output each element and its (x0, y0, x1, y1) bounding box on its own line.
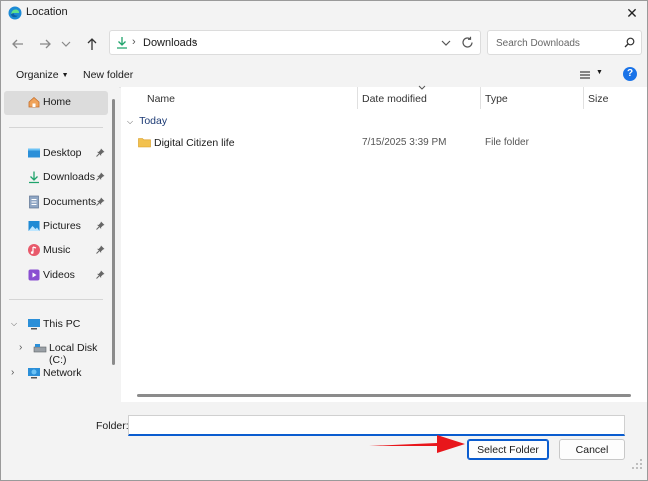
sidebar-label: Music (43, 244, 71, 256)
sidebar-label: Network (43, 367, 82, 379)
sidebar-label: Desktop (43, 147, 82, 159)
breadcrumb-separator[interactable]: › (193, 36, 197, 48)
chevron-down-icon[interactable]: ⌵ (11, 319, 17, 329)
sidebar-item-desktop[interactable]: Desktop (1, 142, 111, 164)
view-options-caret[interactable]: ▼ (596, 69, 603, 76)
dialog-footer: Folder: Select Folder Cancel (1, 402, 647, 480)
forward-button[interactable] (37, 36, 53, 52)
navigation-bar: › Downloads › (1, 29, 647, 59)
table-row[interactable]: Digital Citizen life 7/15/2025 3:39 PM F… (135, 134, 635, 152)
desktop-icon (28, 148, 40, 158)
column-header-name[interactable]: Name (147, 93, 175, 105)
sidebar-scrollbar[interactable] (112, 99, 115, 365)
new-folder-button[interactable]: New folder (83, 69, 133, 81)
arrow-right-icon (40, 39, 51, 49)
sidebar-label: Downloads (43, 171, 95, 183)
search-input[interactable] (494, 35, 623, 52)
sidebar-label: Videos (43, 269, 75, 281)
group-header-today[interactable]: ⌵ Today (127, 115, 167, 127)
sort-ascending-icon (418, 85, 426, 90)
chevron-right-icon[interactable]: › (11, 367, 14, 378)
edge-icon (8, 6, 22, 20)
resize-grip-icon[interactable] (631, 458, 643, 470)
file-date: 7/15/2025 3:39 PM (362, 137, 447, 148)
command-bar: Organize ▼ New folder ▼ ? (1, 63, 647, 88)
home-icon (28, 96, 40, 108)
arrow-left-icon (12, 39, 23, 49)
up-button[interactable] (84, 36, 100, 52)
documents-icon (29, 195, 39, 209)
drive-icon (33, 344, 47, 353)
search-box[interactable] (487, 30, 642, 55)
sidebar-item-network[interactable]: › Network (1, 362, 111, 384)
organize-label: Organize (16, 69, 59, 81)
chevron-down-icon[interactable] (440, 37, 452, 49)
group-label: Today (139, 115, 168, 127)
back-button[interactable] (10, 36, 26, 52)
pin-icon[interactable] (96, 172, 105, 181)
breadcrumb-downloads[interactable]: Downloads (143, 37, 197, 49)
pin-icon[interactable] (96, 148, 105, 157)
music-icon (28, 244, 40, 256)
pin-icon[interactable] (96, 270, 105, 279)
column-separator[interactable] (583, 87, 584, 109)
chevron-down-icon: ⌵ (127, 117, 134, 126)
column-header-size[interactable]: Size (588, 93, 608, 105)
computer-icon (28, 319, 40, 330)
sidebar-label: Documents (43, 196, 97, 208)
column-header-type[interactable]: Type (485, 93, 508, 105)
network-icon (28, 368, 40, 379)
horizontal-scrollbar[interactable] (137, 394, 631, 397)
select-folder-button[interactable]: Select Folder (467, 439, 549, 460)
file-type: File folder (485, 137, 529, 148)
cancel-button[interactable]: Cancel (559, 439, 625, 460)
refresh-icon[interactable] (461, 36, 474, 49)
download-icon (29, 171, 39, 184)
sidebar-item-documents[interactable]: Documents (1, 191, 111, 213)
pictures-icon (28, 221, 40, 231)
sidebar-label: Home (43, 96, 72, 108)
pin-icon[interactable] (96, 221, 105, 230)
sidebar-item-pictures[interactable]: Pictures (1, 215, 111, 237)
folder-picker-dialog: Location ✕ › Downloads › Orga (0, 0, 648, 481)
sidebar-divider (9, 127, 103, 128)
pin-icon[interactable] (96, 197, 105, 206)
close-button[interactable]: ✕ (617, 1, 647, 25)
chevron-right-icon[interactable]: › (19, 342, 22, 353)
search-icon (624, 37, 635, 48)
sidebar-divider (9, 299, 103, 300)
column-separator[interactable] (480, 87, 481, 109)
folder-label: Folder: (96, 420, 129, 432)
chevron-down-icon (61, 41, 71, 47)
list-view-icon[interactable] (579, 69, 591, 81)
column-separator[interactable] (357, 87, 358, 109)
navigation-pane: Home Desktop Downloads Documents Picture… (1, 87, 119, 402)
title-bar: Location ✕ (1, 1, 647, 25)
sidebar-label: This PC (43, 318, 81, 330)
sidebar-item-this-pc[interactable]: ⌵ This PC (1, 313, 111, 335)
address-bar[interactable]: › Downloads › (109, 30, 481, 55)
sidebar-item-home[interactable]: Home (4, 91, 108, 115)
organize-button[interactable]: Organize ▼ (16, 69, 69, 81)
file-list: Name Date modified Type Size ⌵ Today Digi… (121, 85, 647, 402)
file-name: Digital Citizen life (154, 137, 235, 149)
column-header-date-modified[interactable]: Date modified (362, 93, 427, 105)
sidebar-item-local-disk[interactable]: › Local Disk (C:) (1, 337, 111, 366)
sidebar-item-videos[interactable]: Videos (1, 264, 111, 286)
recent-locations-button[interactable] (60, 36, 72, 52)
window-title: Location (26, 6, 68, 18)
breadcrumb-separator: › (132, 36, 136, 48)
videos-icon (28, 269, 40, 281)
sidebar-label: Pictures (43, 220, 81, 232)
download-icon (117, 37, 127, 49)
help-button[interactable]: ? (623, 67, 637, 81)
folder-icon (138, 138, 151, 148)
sidebar-item-music[interactable]: Music (1, 239, 111, 261)
red-arrow-annotation (369, 435, 465, 453)
arrow-up-icon (87, 38, 97, 50)
sidebar-item-downloads[interactable]: Downloads (1, 166, 111, 188)
pin-icon[interactable] (96, 245, 105, 254)
